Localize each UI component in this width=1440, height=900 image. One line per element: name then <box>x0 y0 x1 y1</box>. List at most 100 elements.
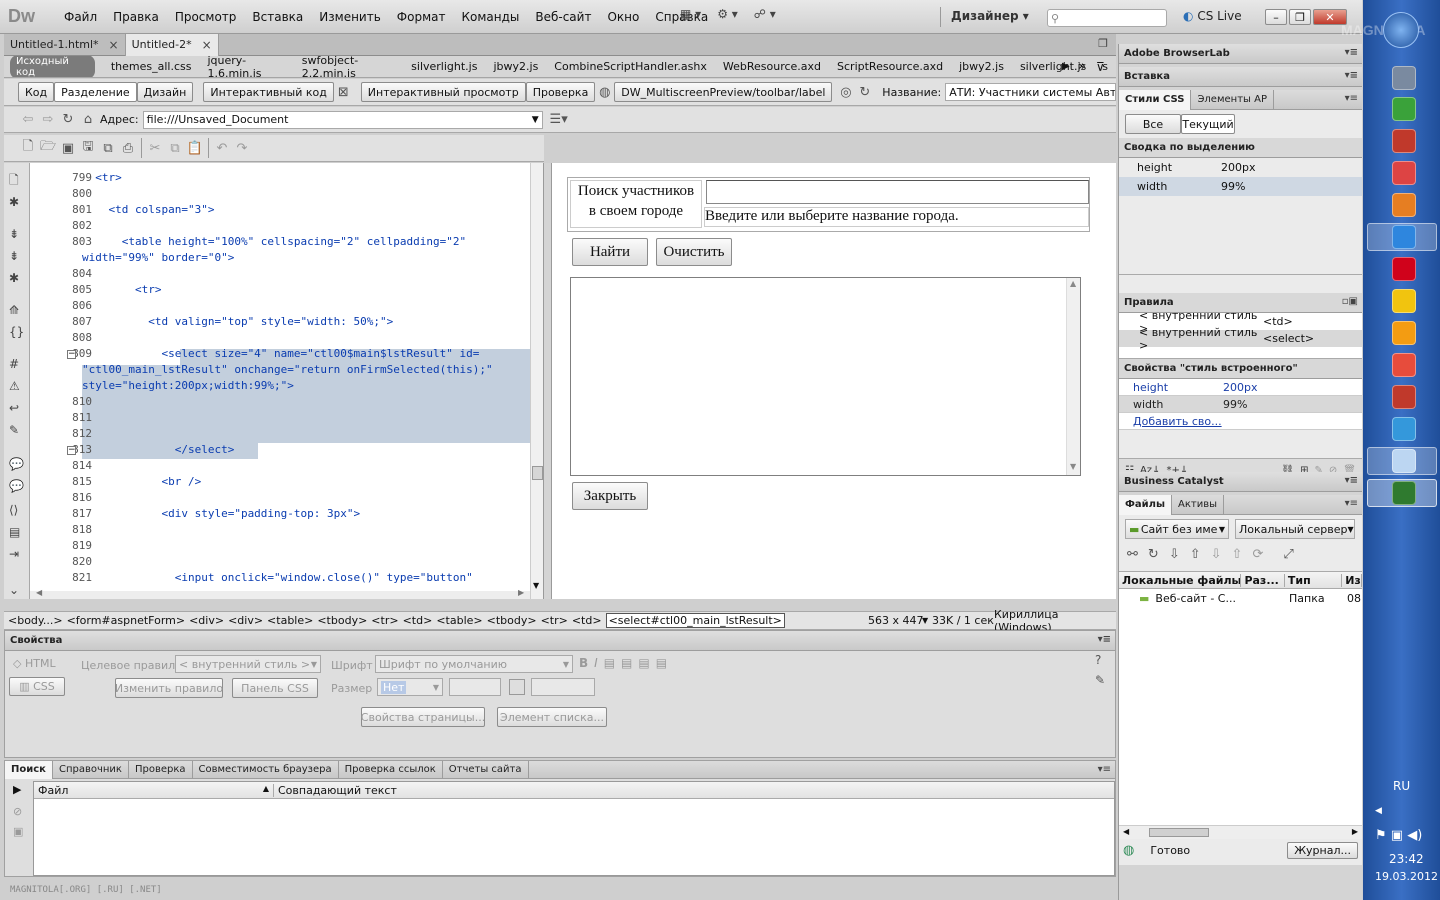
tag-link[interactable]: <td> <box>570 614 604 627</box>
expand-all-icon[interactable]: ✱ <box>9 271 19 285</box>
clock-time[interactable]: 23:42 <box>1389 852 1424 866</box>
summary-row[interactable]: width 99% <box>1119 177 1362 196</box>
tag-link[interactable]: <tbody> <box>485 614 539 627</box>
gear-icon[interactable]: ⚙ ▾ <box>717 7 738 21</box>
reload-icon[interactable]: ↻ <box>58 110 78 130</box>
tag-link[interactable]: <tbody> <box>315 614 369 627</box>
bold-icon[interactable]: B <box>579 656 588 670</box>
refresh-files-icon[interactable]: ↻ <box>1148 547 1159 562</box>
menu-item[interactable]: Правка <box>105 10 167 24</box>
code-view-button[interactable]: Код <box>18 82 55 102</box>
pdf-icon[interactable] <box>1392 129 1416 153</box>
selected-tag[interactable]: <select#ctl00_main_lstResult> <box>605 613 785 628</box>
page-properties-button[interactable]: Свойства страницы... <box>361 707 485 727</box>
clock-date[interactable]: 19.03.2012 <box>1375 870 1438 883</box>
tab-results[interactable]: Поиск <box>5 760 53 779</box>
menu-item[interactable]: Вставка <box>244 10 311 24</box>
network-icon[interactable] <box>1392 66 1416 90</box>
download-app-icon[interactable] <box>1392 385 1416 409</box>
tab-document[interactable]: Untitled-1.html* × <box>4 33 126 56</box>
align-left-icon[interactable]: ▤ <box>604 656 615 670</box>
green-app-icon[interactable] <box>1392 97 1416 121</box>
files-col-2[interactable]: Тип <box>1285 573 1343 587</box>
live-view-button[interactable]: Интерактивный просмотр <box>360 82 526 102</box>
code-line[interactable]: <td valign="top" style="width: 50%;"> <box>82 315 543 331</box>
menu-item[interactable]: Окно <box>599 10 647 24</box>
collapse-tag-icon[interactable]: ⇟ <box>9 227 19 241</box>
help-icon[interactable]: ? <box>1095 653 1101 667</box>
new-file-icon[interactable]: 🗋 <box>18 138 38 158</box>
browserlab-header[interactable]: Adobe BrowserLab ▾≡ <box>1119 44 1362 64</box>
title-input[interactable]: АТИ: Участники системы АвтоТранс <box>945 83 1116 101</box>
paste-icon[interactable]: 📋 <box>185 138 205 158</box>
related-file-link[interactable]: CombineScriptHandler.ashx <box>546 60 715 73</box>
select-parent-icon[interactable]: ⟰ <box>9 303 19 317</box>
comment-icon[interactable]: 💬 <box>9 457 24 471</box>
checkout-icon[interactable]: ⇩ <box>1211 547 1222 562</box>
help-search-input[interactable]: ⚲ <box>1047 9 1167 27</box>
view-options-icon[interactable]: ☰▾ <box>549 110 569 130</box>
window-size[interactable]: 563 x 447 <box>868 614 924 627</box>
explorer-icon[interactable] <box>1392 449 1416 473</box>
scroll-right-icon[interactable]: ▶ <box>1062 61 1070 72</box>
collapse-icon[interactable]: − <box>67 350 76 359</box>
files-menu-icon[interactable]: ▾≡ <box>1345 498 1358 509</box>
code-line[interactable]: width="99%" border="0"> <box>82 251 543 267</box>
tag-link[interactable]: <div> <box>187 614 226 627</box>
cut-icon[interactable]: ✂ <box>145 138 165 158</box>
tab-results[interactable]: Проверка ссылок <box>339 760 443 779</box>
code-scrollbar[interactable]: ▼ <box>530 163 543 599</box>
save-all-icon[interactable]: ⧉ <box>98 138 118 158</box>
more-icon[interactable]: ⌄ <box>9 583 19 597</box>
tray-icons[interactable]: ⚑ ▣ ◀) <box>1375 828 1422 843</box>
maximize-button[interactable]: ❐ <box>1289 9 1311 25</box>
close-icon[interactable]: × <box>202 38 212 52</box>
code-line[interactable]: <input onclick="window.close()" type="bu… <box>82 571 543 587</box>
rule-row[interactable]: < внутренний стиль > <select> <box>1119 326 1362 352</box>
workspace-switcher[interactable]: Дизайнер ▾ <box>951 9 1029 23</box>
insert-menu-icon[interactable]: ▾≡ <box>1345 70 1358 81</box>
layout-menu-icon[interactable]: ▦ ▾ <box>680 7 701 21</box>
restore-doc-icon[interactable]: ❐ <box>1098 37 1108 50</box>
code-line[interactable]: <td colspan="3"> <box>82 203 543 219</box>
color-input[interactable] <box>531 678 595 696</box>
tab-css-styles[interactable]: Стили CSS <box>1119 89 1192 110</box>
files-col-1[interactable]: Раз... <box>1241 573 1285 587</box>
related-file-link[interactable]: WebResource.axd <box>715 60 829 73</box>
code-line[interactable] <box>82 411 543 427</box>
code-scroll-thumb[interactable] <box>532 466 543 480</box>
results-menu-icon[interactable]: ▾≡ <box>1098 764 1111 775</box>
close-icon[interactable]: × <box>109 38 119 52</box>
code-line[interactable] <box>82 523 543 539</box>
highlight-invalid-icon[interactable]: ⚠ <box>9 379 20 393</box>
menu-item[interactable]: Просмотр <box>167 10 245 24</box>
open-documents-icon[interactable]: 🗋 <box>9 171 19 192</box>
print-icon[interactable]: ⎙ <box>118 138 138 158</box>
recent-snippets-icon[interactable]: ▤ <box>9 525 20 539</box>
refresh-icon[interactable]: ↻ <box>855 82 874 102</box>
inspect-icon[interactable]: ⊠ <box>334 82 353 102</box>
all-button[interactable]: Все <box>1125 114 1181 134</box>
files-col-0[interactable]: Локальные файлы <box>1119 573 1242 587</box>
log-button[interactable]: Журнал... <box>1287 841 1358 859</box>
globe-icon[interactable]: ◍ <box>595 82 614 102</box>
font-select[interactable]: Шрифт по умолчанию ▼ <box>375 655 573 673</box>
code-line[interactable]: <tr> <box>82 171 543 187</box>
related-file-link[interactable]: themes_all.css <box>103 60 200 73</box>
address-input[interactable]: file:///Unsaved_Document ▼ <box>142 110 543 129</box>
panel-menu-icon[interactable]: ▾≡ <box>1098 634 1111 645</box>
related-file-link[interactable]: ScriptResource.axd <box>829 60 951 73</box>
stop-icon[interactable]: ⊘ <box>13 805 22 818</box>
multiscreen-button[interactable]: DW_MultiscreenPreview/toolbar/label <box>614 82 833 102</box>
tab-results[interactable]: Отчеты сайта <box>443 760 529 779</box>
code-line[interactable] <box>82 267 543 283</box>
opera-icon[interactable] <box>1392 257 1416 281</box>
tab-results[interactable]: Справочник <box>53 760 129 779</box>
related-file-link[interactable]: silverlight.js <box>403 60 485 73</box>
css-mode-button[interactable]: ▥ CSS <box>9 677 65 696</box>
code-line[interactable]: <br /> <box>82 475 543 491</box>
quick-tag-icon[interactable]: ✎ <box>1095 673 1105 687</box>
size-dropdown-icon[interactable]: ▼ <box>922 616 928 625</box>
back-icon[interactable]: ⇦ <box>18 110 38 130</box>
find-button[interactable]: Найти <box>572 238 648 266</box>
